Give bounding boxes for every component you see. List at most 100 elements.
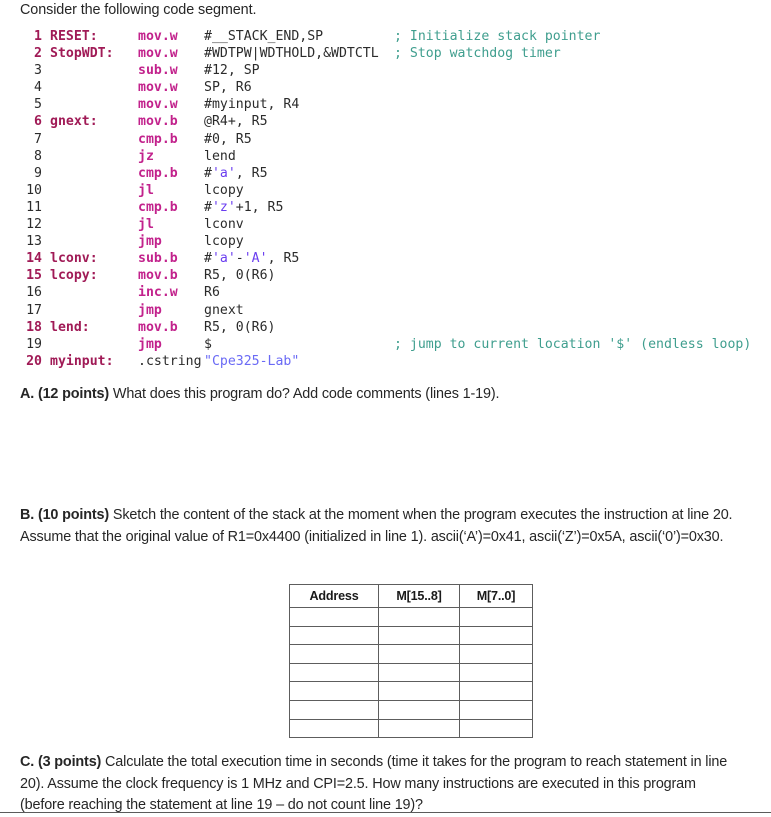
code-operand: #myinput, R4 — [204, 97, 300, 113]
code-line: 15 lcopy: mov.b R5, 0(R6) — [20, 267, 751, 284]
table-header-row: Address M[15..8] M[7..0] — [289, 584, 533, 608]
code-line-number: 5 — [34, 97, 42, 113]
code-line-number: 17 — [26, 302, 42, 318]
code-operand: lend — [204, 148, 236, 164]
table-cell[interactable] — [459, 681, 533, 701]
table-cell[interactable] — [459, 644, 533, 664]
code-mnemonic: mov.b — [138, 114, 178, 130]
table-cell[interactable] — [378, 681, 460, 701]
code-operand: lconv — [204, 217, 244, 233]
code-line: 5 mov.w #myinput, R4 — [20, 96, 751, 113]
question-c-lead: C. (3 points) — [20, 754, 102, 770]
code-line: 14 lconv: sub.b #'a'-'A', R5 — [20, 250, 751, 267]
code-mnemonic: sub.w — [138, 63, 178, 79]
table-cell[interactable] — [378, 607, 460, 627]
code-operand: SP, R6 — [204, 80, 252, 96]
code-operand: R5, 0(R6) — [204, 319, 276, 335]
code-operand: @R4+, R5 — [204, 114, 268, 130]
code-label: lcopy: — [50, 268, 98, 284]
code-line-number: 1 — [34, 29, 42, 44]
table-row — [289, 699, 533, 720]
table-cell[interactable] — [459, 662, 533, 683]
table-cell[interactable] — [459, 699, 533, 720]
table-cell[interactable] — [289, 681, 379, 701]
table-cell[interactable] — [289, 644, 379, 664]
footer-divider — [0, 812, 771, 813]
code-line-number: 2 — [34, 46, 42, 62]
code-line: 2 StopWDT: mov.w #WDTPW|WDTHOLD,&WDTCTL ; St… — [20, 45, 751, 62]
code-operand: R5, 0(R6) — [204, 268, 276, 284]
table-cell[interactable] — [378, 699, 460, 720]
code-mnemonic: cmp.b — [138, 165, 178, 181]
code-mnemonic: jmp — [138, 234, 162, 250]
code-line-number: 16 — [26, 285, 42, 301]
stack-content-table: Address M[15..8] M[7..0] — [289, 584, 533, 739]
table-cell[interactable] — [378, 718, 460, 739]
table-cell[interactable] — [459, 607, 533, 627]
table-cell[interactable] — [378, 625, 460, 646]
question-c: C. (3 points) Calculate the total execut… — [20, 752, 744, 817]
code-operand: #'z'+1, R5 — [204, 199, 284, 215]
code-line: 17 jmp gnext — [20, 302, 751, 319]
table-row — [289, 607, 533, 627]
code-operand: #'a', R5 — [204, 165, 268, 181]
question-a-text: What does this program do? Add code comm… — [109, 386, 500, 402]
code-operand: #'a'-'A', R5 — [204, 251, 300, 267]
code-line-number: 12 — [26, 217, 42, 233]
code-line: 9 cmp.b #'a', R5 — [20, 165, 751, 182]
code-line-number: 8 — [34, 148, 42, 164]
code-line-number: 15 — [26, 268, 42, 284]
code-operand: #0, R5 — [204, 131, 252, 147]
code-line: 13 jmp lcopy — [20, 233, 751, 250]
code-line-number: 19 — [26, 336, 42, 352]
code-mnemonic: jl — [138, 182, 154, 198]
code-line-number: 14 — [26, 251, 42, 267]
code-line: 8 jz lend — [20, 148, 751, 165]
code-mnemonic: jz — [138, 148, 154, 164]
code-mnemonic: .cstring — [138, 353, 202, 369]
code-line-number: 18 — [26, 319, 42, 335]
code-label: gnext: — [50, 114, 98, 130]
code-comment: ; Initialize stack pointer — [394, 29, 601, 44]
code-line-number: 11 — [26, 199, 42, 215]
table-cell[interactable] — [459, 718, 533, 739]
table-row — [289, 662, 533, 683]
code-mnemonic: sub.b — [138, 251, 178, 267]
code-operand: lcopy — [204, 182, 244, 198]
code-operand: #12, SP — [204, 63, 260, 79]
code-mnemonic: mov.w — [138, 46, 178, 62]
code-line-number: 6 — [34, 114, 42, 130]
code-line-number: 13 — [26, 234, 42, 250]
code-line: 10 jl lcopy — [20, 182, 751, 199]
table-cell[interactable] — [289, 607, 379, 627]
code-line-number: 7 — [34, 131, 42, 147]
code-mnemonic: jmp — [138, 336, 162, 352]
code-label: myinput: — [50, 353, 114, 369]
code-operand: #WDTPW|WDTHOLD,&WDTCTL — [204, 46, 379, 62]
table-cell[interactable] — [289, 662, 379, 683]
code-mnemonic: cmp.b — [138, 131, 178, 147]
code-operand: #__STACK_END,SP — [204, 29, 324, 44]
code-operand: gnext — [204, 302, 244, 318]
code-line: 4 mov.w SP, R6 — [20, 79, 751, 96]
table-cell[interactable] — [289, 718, 379, 739]
table-cell[interactable] — [378, 662, 460, 683]
table-cell[interactable] — [459, 625, 533, 646]
question-b: B. (10 points) Sketch the content of the… — [20, 505, 736, 548]
column-header-m-high: M[15..8] — [378, 584, 460, 608]
table-row — [289, 625, 533, 646]
table-cell[interactable] — [289, 625, 379, 646]
code-mnemonic: cmp.b — [138, 199, 178, 215]
code-mnemonic: jmp — [138, 302, 162, 318]
column-header-m-low: M[7..0] — [459, 584, 533, 608]
table-cell[interactable] — [378, 644, 460, 664]
code-line: 11 cmp.b #'z'+1, R5 — [20, 199, 751, 216]
table-row — [289, 644, 533, 664]
exam-page: Consider the following code segment. 1 RE… — [0, 0, 771, 816]
code-line-number: 4 — [34, 80, 42, 96]
question-a: A. (12 points) What does this program do… — [20, 384, 720, 406]
code-label: lend: — [50, 319, 90, 335]
code-mnemonic: mov.b — [138, 319, 178, 335]
table-cell[interactable] — [289, 699, 379, 720]
code-line: 19 jmp $ ; jump to current location '$' (en… — [20, 336, 751, 353]
